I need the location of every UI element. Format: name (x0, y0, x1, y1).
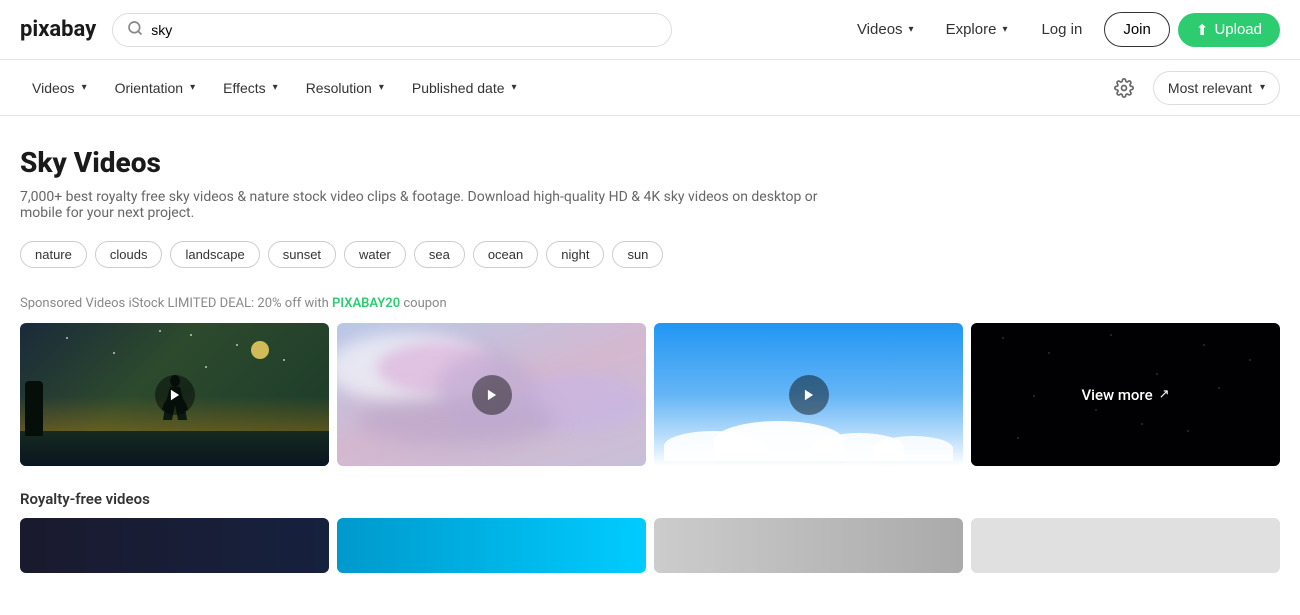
filter-bar: Videos ▾ Orientation ▾ Effects ▾ Resolut… (0, 60, 1300, 116)
settings-button[interactable] (1107, 71, 1141, 105)
chevron-down-icon: ▾ (909, 24, 914, 35)
upload-icon: ⬆ (1196, 21, 1209, 39)
explore-nav-button[interactable]: Explore ▾ (934, 13, 1020, 46)
bottom-video-card-1[interactable] (20, 518, 329, 573)
tag-sunset[interactable]: sunset (268, 241, 336, 268)
filter-resolution-button[interactable]: Resolution ▾ (294, 74, 396, 102)
search-bar (112, 13, 672, 47)
chevron-down-icon: ▾ (190, 82, 195, 93)
play-button-2[interactable] (472, 375, 512, 415)
filter-effects-button[interactable]: Effects ▾ (211, 74, 290, 102)
logo[interactable]: pixabay (20, 17, 96, 42)
tag-night[interactable]: night (546, 241, 604, 268)
play-button-3[interactable] (789, 375, 829, 415)
upload-button[interactable]: ⬆ Upload (1178, 13, 1280, 47)
tag-nature[interactable]: nature (20, 241, 87, 268)
filter-orientation-button[interactable]: Orientation ▾ (103, 74, 208, 102)
chevron-down-icon: ▾ (82, 82, 87, 93)
sponsored-text: Sponsored Videos iStock LIMITED DEAL: 20… (20, 296, 1280, 311)
tag-landscape[interactable]: landscape (170, 241, 259, 268)
white-clouds (654, 416, 963, 466)
external-link-icon: ↗ (1159, 387, 1170, 402)
moon-decoration (251, 341, 269, 359)
tags-container: nature clouds landscape sunset water sea… (20, 241, 1280, 268)
filter-published-date-button[interactable]: Published date ▾ (400, 74, 529, 102)
water-reflection (20, 431, 329, 466)
tag-sea[interactable]: sea (414, 241, 465, 268)
sort-button[interactable]: Most relevant ▾ (1153, 71, 1280, 105)
main-content: Sky Videos 7,000+ best royalty free sky … (0, 116, 1300, 593)
bottom-video-grid (20, 518, 1280, 573)
chevron-down-icon: ▾ (1002, 24, 1007, 35)
section-label: Royalty-free videos (20, 490, 1280, 508)
video-card-2[interactable] (337, 323, 646, 466)
videos-nav-button[interactable]: Videos ▾ (845, 13, 926, 46)
tag-ocean[interactable]: ocean (473, 241, 538, 268)
page-description: 7,000+ best royalty free sky videos & na… (20, 189, 820, 221)
chevron-down-icon: ▾ (273, 82, 278, 93)
filter-settings: Most relevant ▾ (1107, 71, 1280, 105)
search-icon (127, 20, 143, 40)
chevron-down-icon: ▾ (512, 82, 517, 93)
sponsored-video-grid: View more ↗ (20, 323, 1280, 466)
bottom-video-card-3[interactable] (654, 518, 963, 573)
play-button-1[interactable] (155, 375, 195, 415)
chevron-down-icon: ▾ (379, 82, 384, 93)
bottom-video-card-4[interactable] (971, 518, 1280, 573)
login-button[interactable]: Log in (1027, 13, 1096, 46)
page-title: Sky Videos (20, 146, 1280, 179)
tag-clouds[interactable]: clouds (95, 241, 163, 268)
video-card-4[interactable]: View more ↗ (971, 323, 1280, 466)
join-button[interactable]: Join (1104, 12, 1170, 47)
filter-videos-button[interactable]: Videos ▾ (20, 74, 99, 102)
chevron-down-icon: ▾ (1260, 82, 1265, 93)
tag-water[interactable]: water (344, 241, 406, 268)
header-nav: Videos ▾ Explore ▾ Log in Join ⬆ Upload (845, 12, 1280, 47)
tag-sun[interactable]: sun (612, 241, 663, 268)
tree-left (25, 381, 43, 436)
view-more-overlay[interactable]: View more ↗ (971, 323, 1280, 466)
coupon-code: PIXABAY20 (332, 296, 400, 311)
video-card-1[interactable] (20, 323, 329, 466)
header: pixabay Videos ▾ Explore ▾ Log in Join ⬆… (0, 0, 1300, 60)
bottom-video-card-2[interactable] (337, 518, 646, 573)
search-input[interactable] (151, 22, 657, 38)
video-card-3[interactable] (654, 323, 963, 466)
